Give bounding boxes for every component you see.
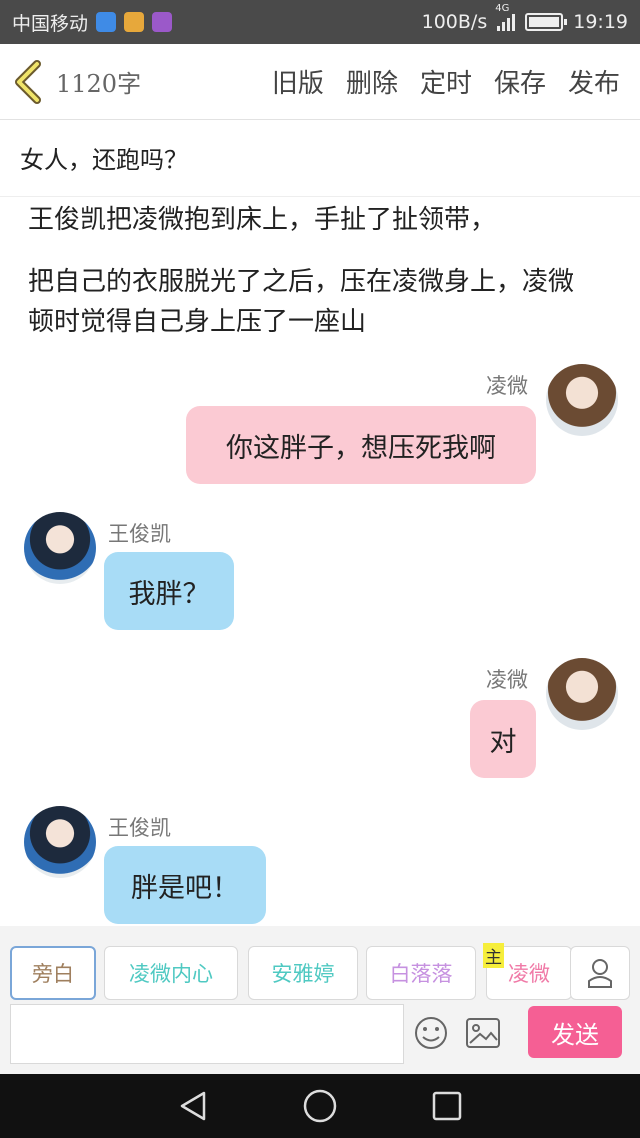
- recents-square-icon[interactable]: [432, 1091, 462, 1121]
- speaker-name: 凌微: [486, 374, 528, 398]
- signal-icon: 4G: [495, 3, 516, 31]
- role-chip-narrator[interactable]: 旁白: [10, 946, 96, 1000]
- person-icon: [588, 959, 612, 988]
- home-circle-icon[interactable]: [303, 1089, 337, 1123]
- speaker-name: 王俊凯: [108, 816, 171, 840]
- role-chip-lingwei[interactable]: 主 凌微: [483, 943, 572, 1000]
- avatar-wangjunkai[interactable]: [24, 512, 96, 584]
- system-nav-bar: [0, 1074, 640, 1138]
- message-bubble[interactable]: 我胖？: [104, 552, 234, 630]
- message-bubble[interactable]: 你这胖子，想压死我啊: [186, 406, 536, 484]
- word-count: 1120字: [56, 70, 142, 98]
- back-arrow-icon: [15, 59, 41, 104]
- role-selector-bar: 旁白 凌微内心 安雅婷 白落落 主 凌微 发送: [0, 926, 640, 1074]
- role-chip-label: 凌微: [508, 962, 550, 986]
- delete-button[interactable]: 删除: [346, 63, 398, 100]
- role-chip-inner-voice[interactable]: 凌微内心: [104, 946, 238, 1000]
- speaker-name: 凌微: [486, 668, 528, 692]
- message-input[interactable]: [10, 1004, 404, 1064]
- back-button[interactable]: [0, 44, 56, 120]
- app-notification-icon: [124, 12, 145, 32]
- carrier-label: 中国移动: [12, 12, 89, 35]
- editor-toolbar: 1120字 旧版 删除 定时 保存 发布: [0, 44, 640, 120]
- image-icon: [466, 1018, 500, 1048]
- message-bubble[interactable]: 对: [470, 700, 536, 778]
- network-speed: 100B/s: [421, 11, 488, 33]
- network-type: 4G: [495, 3, 510, 14]
- schedule-button[interactable]: 定时: [420, 63, 472, 100]
- add-role-button[interactable]: [570, 946, 630, 1000]
- title-divider: [0, 196, 640, 197]
- old-version-button[interactable]: 旧版: [272, 63, 324, 100]
- image-notification-icon: [152, 12, 173, 32]
- chapter-title[interactable]: 女人，还跑吗？: [20, 140, 188, 175]
- send-button[interactable]: 发送: [528, 1006, 622, 1058]
- avatar-wangjunkai[interactable]: [24, 806, 96, 878]
- avatar-lingwei[interactable]: [546, 364, 618, 436]
- app-notification-icon: [96, 12, 117, 32]
- emoji-icon: [415, 1017, 447, 1049]
- save-button[interactable]: 保存: [494, 63, 546, 100]
- publish-button[interactable]: 发布: [568, 63, 620, 100]
- speaker-name: 王俊凯: [108, 522, 171, 546]
- narration-text: 把自己的衣服脱光了之后，压在凌微身上，凌微顿时觉得自己身上压了一座山: [28, 267, 575, 337]
- battery-icon: [525, 13, 568, 31]
- main-role-badge: 主: [483, 943, 504, 968]
- narration-text: 王俊凯把凌微抱到床上，手扯了扯领带，: [28, 205, 497, 235]
- clock: 19:19: [573, 11, 628, 33]
- message-bubble[interactable]: 胖是吧！: [104, 846, 266, 924]
- role-chip-bailuoluo[interactable]: 白落落: [366, 946, 476, 1000]
- emoji-button[interactable]: [414, 1016, 448, 1054]
- avatar-lingwei[interactable]: [546, 658, 618, 730]
- role-chip-anyating[interactable]: 安雅婷: [248, 946, 358, 1000]
- image-button[interactable]: [466, 1018, 500, 1052]
- back-triangle-icon[interactable]: [178, 1090, 208, 1122]
- status-bar: 中国移动 100B/s 4G 19:19: [0, 0, 640, 44]
